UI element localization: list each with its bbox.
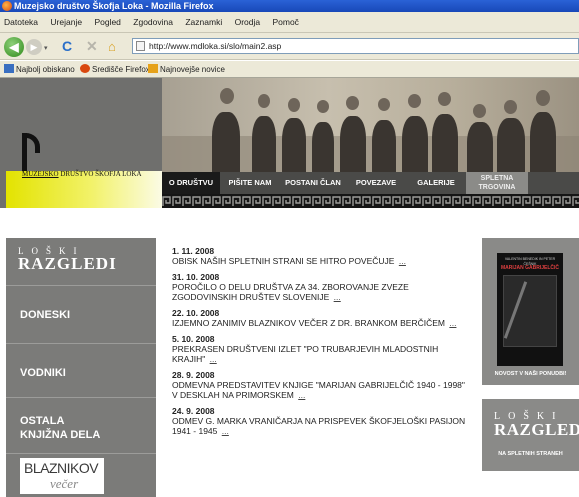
news-more-link[interactable]: ...	[334, 292, 341, 302]
book-cover-image: VALENTIN BENEDIK IN PETER ČEŠNIK MARIJAN…	[497, 253, 563, 366]
most-visited-icon	[4, 64, 14, 73]
web-page: MUZEJSKO DRUŠTVO ŠKOFJA LOKA O DRUŠTVU P…	[0, 78, 579, 497]
address-url: http://www.mdloka.si/slo/main2.asp	[149, 41, 282, 51]
menu-pogled[interactable]: Pogled	[94, 17, 120, 27]
news-text: PREKRASEN DRUŠTVENI IZLET "PO TRUBARJEVI…	[172, 344, 439, 364]
menu-bar: Datoteka Urejanje Pogled Zgodovina Zazna…	[0, 12, 579, 33]
news-more-link[interactable]: ...	[399, 256, 406, 266]
menu-orodja[interactable]: Orodja	[235, 17, 261, 27]
news-list: 1. 11. 2008 OBISK NAŠIH SPLETNIH STRANI …	[172, 246, 472, 442]
sidebar-item-vodniki[interactable]: VODNIKI	[6, 344, 156, 398]
forward-button[interactable]: ▶	[26, 39, 42, 55]
society-name[interactable]: MUZEJSKO DRUŠTVO ŠKOFJA LOKA	[22, 170, 142, 178]
nav-pisite-nam[interactable]: PIŠITE NAM	[220, 172, 280, 194]
nav-o-drustvu[interactable]: O DRUŠTVU	[162, 172, 220, 194]
bookmarks-toolbar: Najbolj obiskano Središče Firefox Najnov…	[0, 61, 579, 78]
sidebar-item-blaznikov-vecer[interactable]: BLAZNIKOV večer	[20, 458, 104, 494]
news-text: IZJEMNO ZANIMIV BLAZNIKOV VEČER Z DR. BR…	[172, 318, 457, 328]
nav-spletna-trgovina[interactable]: SPLETNA TRGOVINA	[466, 172, 528, 194]
menu-urejanje[interactable]: Urejanje	[50, 17, 82, 27]
menu-zgodovina[interactable]: Zgodovina	[133, 17, 173, 27]
menu-zaznamki[interactable]: Zaznamki	[185, 17, 222, 27]
news-item: 28. 9. 2008 ODMEVNA PREDSTAVITEV KNJIGE …	[172, 370, 472, 400]
news-date: 31. 10. 2008	[172, 272, 220, 282]
news-more-link[interactable]: ...	[298, 390, 305, 400]
header-group-photo	[162, 78, 579, 172]
news-item: 22. 10. 2008 IZJEMNO ZANIMIV BLAZNIKOV V…	[172, 308, 472, 328]
loski-razgledi-online-promo[interactable]: LOŠKI RAZGLEDI NA SPLETNIH STRANEH	[482, 399, 579, 471]
news-date: 22. 10. 2008	[172, 308, 220, 318]
news-date: 1. 11. 2008	[172, 246, 215, 256]
window-title: Muzejsko društvo Škofja Loka - Mozilla F…	[14, 1, 214, 11]
sidebar-item-ostala-knjizna-dela[interactable]: OSTALA KNJIŽNA DELA	[6, 398, 156, 454]
news-item: 1. 11. 2008 OBISK NAŠIH SPLETNIH STRANI …	[172, 246, 472, 266]
nav-postani-clan[interactable]: POSTANI ČLAN	[280, 172, 346, 194]
sidebar-item-loski-razgledi[interactable]: LOŠKI RAZGLEDI	[6, 238, 156, 286]
firefox-icon	[80, 64, 90, 73]
loski-razgledi-logo: LOŠKI RAZGLEDI	[18, 246, 117, 273]
news-more-link[interactable]: ...	[210, 354, 217, 364]
main-navigation: O DRUŠTVU PIŠITE NAM POSTANI ČLAN POVEZA…	[162, 172, 579, 194]
stop-button[interactable]: ✕	[86, 38, 98, 55]
home-button[interactable]: ⌂	[108, 38, 116, 55]
news-more-link[interactable]: ...	[449, 318, 456, 328]
back-button[interactable]: ◀	[4, 37, 24, 57]
news-text: POROČILO O DELU DRUŠTVA ZA 34. ZBOROVANJ…	[172, 282, 409, 302]
news-item: 24. 9. 2008 ODMEV G. MARKA VRANIČARJA NA…	[172, 406, 472, 436]
reload-button[interactable]: C	[62, 38, 72, 55]
page-icon	[136, 41, 145, 51]
greek-key-border	[162, 194, 579, 208]
sidebar-item-doneski[interactable]: DONESKI	[6, 286, 156, 344]
sidebar: LOŠKI RAZGLEDI DONESKI VODNIKI OSTALA KN…	[6, 238, 156, 497]
address-bar[interactable]: http://www.mdloka.si/slo/main2.asp	[132, 38, 579, 54]
menu-pomoc[interactable]: Pomoč	[272, 17, 298, 27]
bookmark-firefox-center[interactable]: Središče Firefox	[80, 61, 150, 78]
museum-logo-icon	[22, 133, 40, 171]
header-left-panel: MUZEJSKO DRUŠTVO ŠKOFJA LOKA	[0, 78, 162, 208]
news-more-link[interactable]: ...	[222, 426, 229, 436]
news-text: OBISK NAŠIH SPLETNIH STRANI SE HITRO POV…	[172, 256, 406, 266]
promo-caption: NA SPLETNIH STRANEH	[498, 451, 563, 457]
loski-razgledi-logo: LOŠKI RAZGLEDI	[494, 411, 579, 439]
news-date: 24. 9. 2008	[172, 406, 215, 416]
firefox-logo-icon	[2, 1, 12, 11]
nav-povezave[interactable]: POVEZAVE	[346, 172, 406, 194]
news-date: 28. 9. 2008	[172, 370, 215, 380]
new-book-promo[interactable]: VALENTIN BENEDIK IN PETER ČEŠNIK MARIJAN…	[482, 238, 579, 385]
navigation-toolbar: ◀ ▶ ▾ C ✕ ⌂ http://www.mdloka.si/slo/mai…	[0, 33, 579, 60]
promo-caption: NOVOST V NAŠI PONUDBI!	[494, 371, 567, 377]
news-text: ODMEVNA PREDSTAVITEV KNJIGE "MARIJAN GAB…	[172, 380, 465, 400]
history-dropdown-icon[interactable]: ▾	[44, 40, 48, 57]
nav-galerije[interactable]: GALERIJE	[406, 172, 466, 194]
news-item: 5. 10. 2008 PREKRASEN DRUŠTVENI IZLET "P…	[172, 334, 472, 364]
menu-datoteka[interactable]: Datoteka	[4, 17, 38, 27]
rss-feed-icon	[148, 64, 158, 73]
news-text: ODMEV G. MARKA VRANIČARJA NA PRISPEVEK Š…	[172, 416, 466, 436]
window-title-bar: Muzejsko društvo Škofja Loka - Mozilla F…	[0, 0, 579, 12]
news-item: 31. 10. 2008 POROČILO O DELU DRUŠTVA ZA …	[172, 272, 472, 302]
news-date: 5. 10. 2008	[172, 334, 215, 344]
bookmark-most-visited[interactable]: Najbolj obiskano	[4, 61, 75, 78]
bookmark-latest-news[interactable]: Najnovejše novice	[148, 61, 225, 78]
